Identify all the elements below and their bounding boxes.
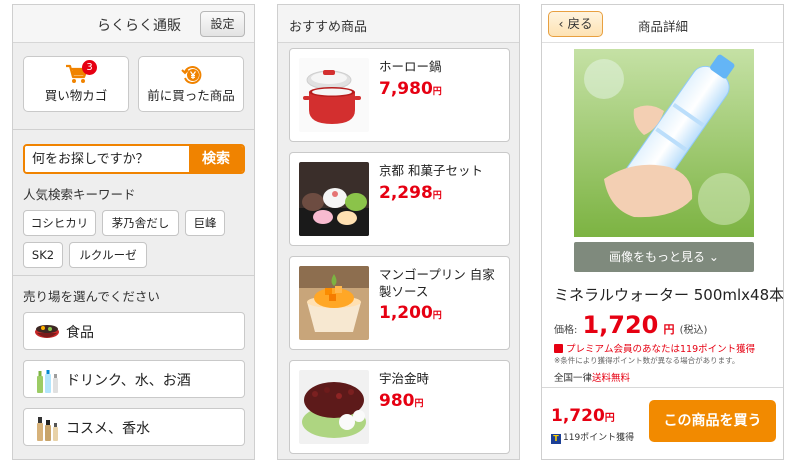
shipping-prefix: 全国一律 bbox=[554, 373, 593, 384]
premium-points-note: プレミアム会員のあなたは119ポイント獲得 bbox=[554, 341, 755, 355]
category-item-cosmetics[interactable]: コスメ、香水 bbox=[23, 408, 245, 446]
recommended-title: おすすめ商品 bbox=[289, 20, 368, 35]
cosmetics-icon bbox=[37, 417, 58, 441]
product-name: 宇治金時 bbox=[379, 371, 430, 386]
more-images-button[interactable]: 画像をもっと見る ⌄ bbox=[574, 242, 754, 272]
app-title: らくらく通販 bbox=[97, 18, 181, 34]
category-item-food[interactable]: 食品 bbox=[23, 312, 245, 350]
product-name: マンゴープリン 自家製ソース bbox=[379, 267, 495, 299]
price-value: 1,200 bbox=[379, 303, 433, 323]
cart-button-label: 買い物カゴ bbox=[44, 88, 108, 103]
points-earned-text: 119ポイント獲得 bbox=[563, 433, 635, 443]
product-image bbox=[299, 266, 369, 340]
price-unit: 円 bbox=[432, 87, 442, 97]
t-point-icon: T bbox=[551, 434, 561, 444]
keyword-chip[interactable]: 巨峰 bbox=[185, 210, 225, 236]
product-card[interactable]: マンゴープリン 自家製ソース 1,200円 bbox=[289, 256, 510, 350]
price-value: 7,980 bbox=[379, 79, 433, 99]
popular-keywords-title: 人気検索キーワード bbox=[23, 187, 136, 202]
category-item-drinks[interactable]: ドリンク、水、お酒 bbox=[23, 360, 245, 398]
keyword-chip[interactable]: コシヒカリ bbox=[23, 210, 96, 236]
search-box: 検索 bbox=[23, 144, 245, 174]
product-card[interactable]: 宇治金時 980円 bbox=[289, 360, 510, 454]
product-image bbox=[299, 162, 369, 236]
product-name: ホーロー鍋 bbox=[379, 59, 442, 74]
product-price: 2,298円 bbox=[379, 183, 442, 203]
keyword-chip[interactable]: 茅乃舎だし bbox=[102, 210, 179, 236]
purchase-bar: 1,720円 T 119ポイント獲得 この商品を買う bbox=[542, 387, 783, 459]
keyword-chip[interactable]: SK2 bbox=[23, 242, 63, 268]
home-screen: らくらく通販 設定 3 買い物カゴ 前に買った商品 何をお探しですか？ 検索 人… bbox=[12, 4, 255, 460]
conditions-note: ※条件により獲得ポイント数が異なる場合があります。 bbox=[554, 356, 740, 365]
chevron-down-icon: ⌄ bbox=[705, 250, 719, 264]
price-value: 2,298 bbox=[379, 183, 433, 203]
product-name: 京都 和菓子セット bbox=[379, 163, 483, 178]
keyword-chip[interactable]: ルクルーゼ bbox=[69, 242, 147, 268]
uji-kintoki-image bbox=[299, 370, 369, 444]
product-hero-image[interactable] bbox=[574, 49, 754, 237]
section-header: おすすめ商品 bbox=[278, 5, 519, 43]
search-button[interactable]: 検索 bbox=[189, 146, 243, 172]
bottom-price-value: 1,720 bbox=[551, 406, 605, 426]
detail-title: 商品詳細 bbox=[638, 19, 689, 34]
yen-history-icon bbox=[181, 66, 202, 84]
product-price: 980円 bbox=[379, 391, 424, 411]
more-images-label: 画像をもっと見る bbox=[609, 250, 706, 264]
buy-button[interactable]: この商品を買う bbox=[649, 400, 776, 442]
bottom-price-unit: 円 bbox=[604, 413, 615, 424]
product-image bbox=[299, 58, 369, 132]
product-price: 1,200円 bbox=[379, 303, 442, 323]
settings-button[interactable]: 設定 bbox=[200, 11, 245, 37]
points-earned: T 119ポイント獲得 bbox=[551, 430, 634, 444]
category-section-title: 売り場を選んでください bbox=[23, 289, 160, 304]
product-name: ミネラルウォーター 500mlx48本 bbox=[554, 286, 784, 304]
product-card[interactable]: ホーロー鍋 7,980円 bbox=[289, 48, 510, 142]
detail-header: ‹ 戻る 商品詳細 bbox=[542, 5, 783, 43]
gift-icon bbox=[554, 344, 563, 353]
shipping-note: 全国一律送料無料 bbox=[554, 370, 630, 384]
cart-button[interactable]: 3 買い物カゴ bbox=[23, 56, 129, 112]
search-input[interactable] bbox=[25, 146, 188, 172]
price-unit: 円 bbox=[432, 191, 442, 201]
back-button[interactable]: ‹ 戻る bbox=[548, 11, 603, 37]
price-label: 価格: bbox=[554, 325, 578, 336]
recommended-screen: おすすめ商品 ホーロー鍋 7,980円 京都 和菓子セット 2,298円 マンゴ… bbox=[277, 4, 520, 460]
product-detail-screen: ‹ 戻る 商品詳細 画像をもっと見る ⌄ ミネラルウォーター 500mlx48本… bbox=[541, 4, 784, 460]
previous-purchases-label: 前に買った商品 bbox=[147, 88, 235, 103]
cart-count-badge: 3 bbox=[82, 60, 97, 75]
product-card[interactable]: 京都 和菓子セット 2,298円 bbox=[289, 152, 510, 246]
free-shipping-label: 送料無料 bbox=[592, 373, 631, 384]
food-bowl-icon bbox=[35, 325, 59, 338]
product-image bbox=[299, 370, 369, 444]
price-row: 価格: 1,720 円 (税込) bbox=[554, 311, 707, 341]
product-price: 7,980円 bbox=[379, 79, 442, 99]
price-value: 1,720 bbox=[582, 311, 659, 339]
tax-note: (税込) bbox=[679, 325, 708, 336]
bottles-icon bbox=[37, 370, 58, 393]
price-unit: 円 bbox=[663, 323, 675, 336]
app-header: らくらく通販 設定 bbox=[13, 5, 254, 43]
back-button-label: 戻る bbox=[567, 16, 593, 31]
wagashi-image bbox=[299, 162, 369, 236]
category-label: 食品 bbox=[66, 325, 94, 341]
enamel-pot-image bbox=[299, 58, 369, 132]
price-value: 980 bbox=[379, 391, 415, 411]
category-section: 売り場を選んでください 食品 ドリンク、水、お酒 コスメ、香水 bbox=[13, 276, 254, 459]
category-label: ドリンク、水、お酒 bbox=[66, 373, 191, 389]
mango-pudding-image bbox=[299, 266, 369, 340]
search-section: 検索 人気検索キーワード コシヒカリ 茅乃舎だし 巨峰 SK2 ルクルーゼ bbox=[13, 130, 254, 275]
bottom-price: 1,720円 bbox=[551, 406, 615, 426]
category-label: コスメ、香水 bbox=[66, 421, 150, 437]
water-bottle-photo bbox=[574, 49, 754, 237]
premium-points-text: プレミアム会員のあなたは119ポイント獲得 bbox=[566, 344, 756, 355]
price-unit: 円 bbox=[414, 399, 424, 409]
price-unit: 円 bbox=[432, 311, 442, 321]
quick-actions: 3 買い物カゴ 前に買った商品 bbox=[13, 43, 254, 129]
previous-purchases-button[interactable]: 前に買った商品 bbox=[138, 56, 244, 112]
